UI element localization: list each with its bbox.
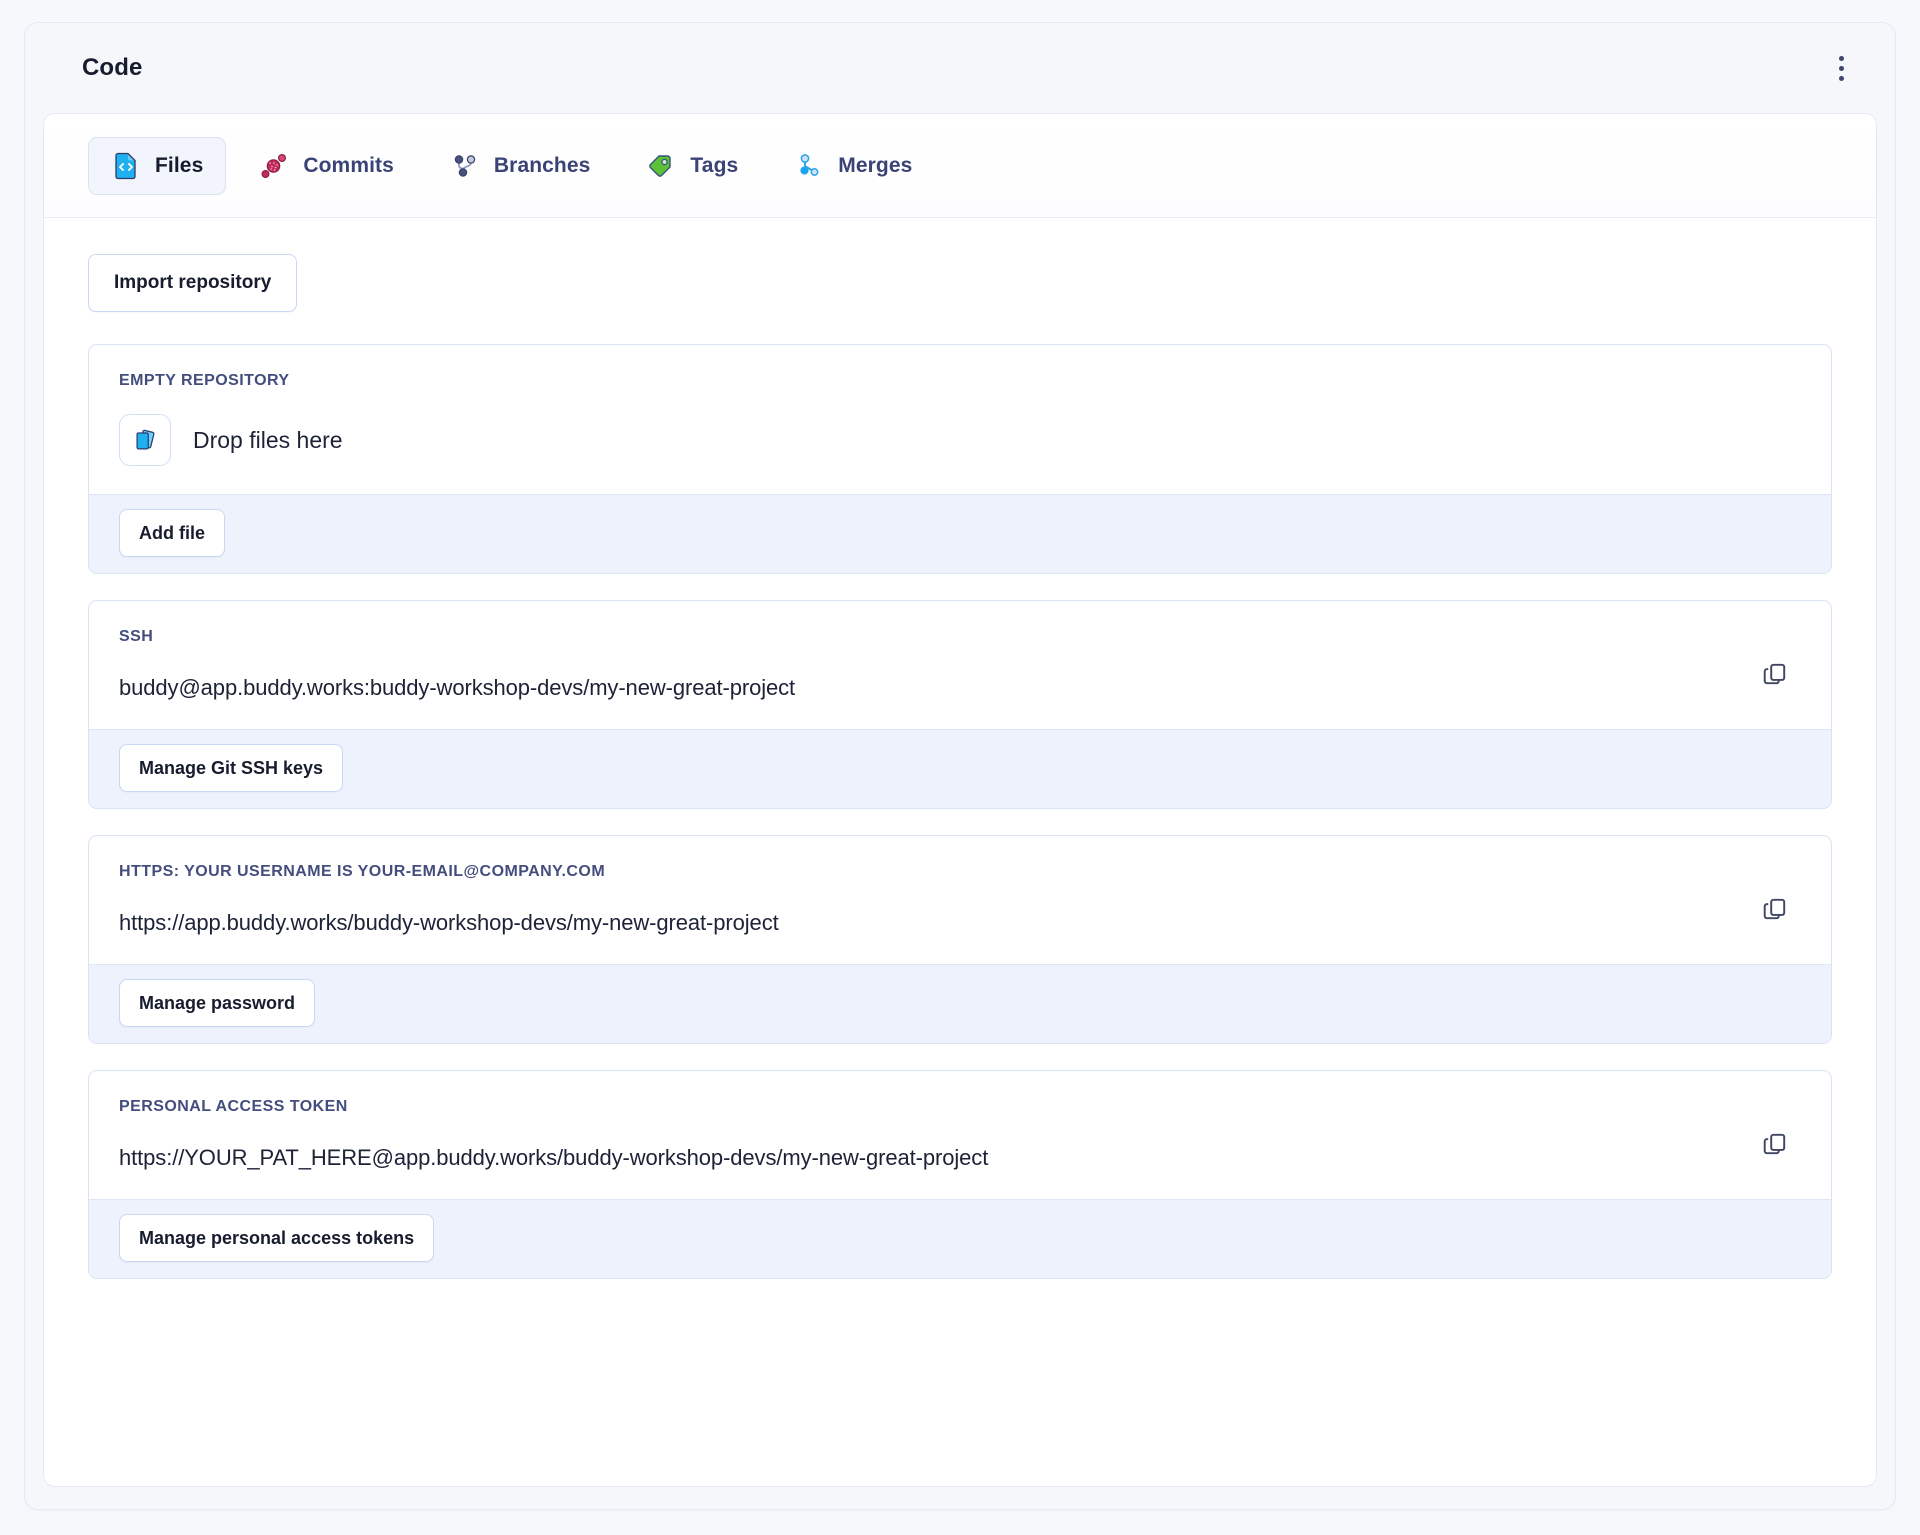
- kebab-dot: [1838, 55, 1844, 61]
- empty-repository-content: EMPTY REPOSITORY Drop files here: [89, 345, 1831, 494]
- empty-repository-panel: EMPTY REPOSITORY Drop files here Add fil…: [88, 344, 1832, 574]
- card-header: Code: [25, 23, 1895, 113]
- tab-commits[interactable]: Commits: [236, 137, 417, 195]
- empty-repository-label: EMPTY REPOSITORY: [119, 372, 290, 389]
- https-footer: Manage password: [89, 964, 1831, 1043]
- empty-repository-footer: Add file: [89, 494, 1831, 573]
- personal-access-token-content: PERSONAL ACCESS TOKEN https://YOUR_PAT_H…: [89, 1071, 1831, 1199]
- https-content: HTTPS: YOUR USERNAME IS YOUR-EMAIL@COMPA…: [89, 836, 1831, 964]
- personal-access-token-label: PERSONAL ACCESS TOKEN: [119, 1098, 348, 1115]
- copy-icon[interactable]: [1755, 654, 1795, 694]
- personal-access-token-panel: PERSONAL ACCESS TOKEN https://YOUR_PAT_H…: [88, 1070, 1832, 1279]
- tab-merges[interactable]: Merges: [771, 137, 935, 195]
- kebab-dot: [1838, 75, 1844, 81]
- drop-files-label: Drop files here: [193, 426, 343, 453]
- page-root: Code Files Commits Branches Tags Merges …: [0, 0, 1920, 1535]
- manage-git-ssh-keys-button[interactable]: Manage Git SSH keys: [119, 744, 344, 792]
- ssh-footer: Manage Git SSH keys: [89, 729, 1831, 808]
- manage-personal-access-tokens-button[interactable]: Manage personal access tokens: [119, 1214, 435, 1262]
- ssh-label: SSH: [119, 628, 154, 645]
- tag-icon: [646, 151, 676, 181]
- ssh-content: SSH buddy@app.buddy.works:buddy-workshop…: [89, 601, 1831, 729]
- commits-icon: [259, 151, 289, 181]
- drop-files-zone[interactable]: Drop files here: [119, 414, 1801, 466]
- tab-tags[interactable]: Tags: [623, 137, 761, 195]
- add-file-button[interactable]: Add file: [119, 509, 225, 557]
- files-stack-icon: [119, 414, 171, 466]
- merge-icon: [794, 151, 824, 181]
- tab-files-label: Files: [155, 153, 204, 177]
- page-title: Code: [82, 54, 143, 81]
- ssh-panel: SSH buddy@app.buddy.works:buddy-workshop…: [88, 600, 1832, 809]
- code-panel: Files Commits Branches Tags Merges Impor…: [43, 113, 1877, 1487]
- tab-branches[interactable]: Branches: [427, 137, 614, 195]
- tab-files[interactable]: Files: [88, 136, 227, 195]
- manage-password-button[interactable]: Manage password: [119, 979, 316, 1027]
- personal-access-token-footer: Manage personal access tokens: [89, 1199, 1831, 1278]
- branches-icon: [450, 151, 480, 181]
- code-body: Import repository EMPTY REPOSITORY Drop …: [44, 218, 1876, 1486]
- kebab-dot: [1838, 65, 1844, 71]
- copy-icon[interactable]: [1755, 1124, 1795, 1164]
- tab-bar: Files Commits Branches Tags Merges: [44, 114, 1876, 218]
- code-card: Code Files Commits Branches Tags Merges …: [24, 22, 1896, 1510]
- tab-branches-label: Branches: [493, 153, 591, 177]
- tab-merges-label: Merges: [838, 153, 913, 177]
- personal-access-token-url-value: https://YOUR_PAT_HERE@app.buddy.works/bu…: [119, 1145, 989, 1170]
- ssh-url-value: buddy@app.buddy.works:buddy-workshop-dev…: [119, 675, 796, 700]
- tab-commits-label: Commits: [303, 153, 394, 177]
- https-url-value: https://app.buddy.works/buddy-workshop-d…: [119, 910, 779, 935]
- https-panel: HTTPS: YOUR USERNAME IS YOUR-EMAIL@COMPA…: [88, 835, 1832, 1044]
- https-label: HTTPS: YOUR USERNAME IS YOUR-EMAIL@COMPA…: [119, 863, 606, 880]
- file-code-icon: [111, 151, 141, 181]
- copy-icon[interactable]: [1755, 889, 1795, 929]
- kebab-menu-icon[interactable]: [1823, 48, 1859, 88]
- import-repository-button[interactable]: Import repository: [88, 254, 298, 312]
- tab-tags-label: Tags: [690, 153, 739, 177]
